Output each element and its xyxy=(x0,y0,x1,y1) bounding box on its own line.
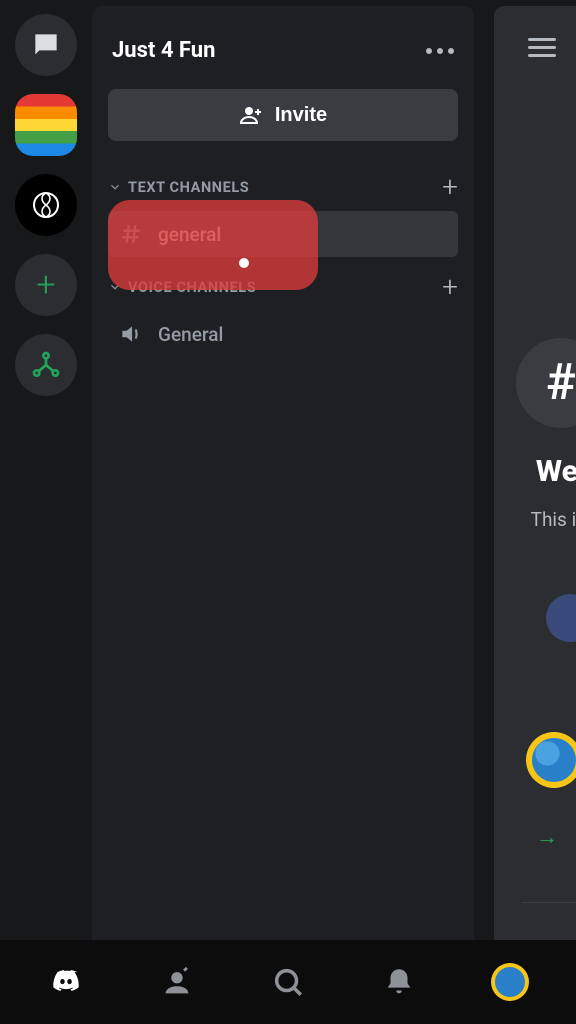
invite-button[interactable]: Invite xyxy=(108,89,458,141)
channel-panel: Just 4 Fun Invite TEXT CHANNELS + genera… xyxy=(92,6,474,940)
voice-channels-label: VOICE CHANNELS xyxy=(128,279,256,296)
divider xyxy=(522,902,576,903)
server-openai[interactable] xyxy=(15,174,77,236)
text-channels-label: TEXT CHANNELS xyxy=(128,179,249,196)
plus-icon: + xyxy=(36,265,55,305)
openai-server-icon xyxy=(30,189,62,221)
text-channels-category: TEXT CHANNELS + general xyxy=(92,169,474,269)
avatar xyxy=(546,594,576,642)
chevron-down-icon xyxy=(108,180,122,194)
bottom-nav xyxy=(0,940,576,1024)
menu-icon xyxy=(528,38,556,41)
bell-icon xyxy=(382,965,416,999)
nav-friends[interactable] xyxy=(155,960,199,1004)
invite-label: Invite xyxy=(275,104,327,127)
voice-channels-category: VOICE CHANNELS + General xyxy=(92,269,474,369)
voice-channels-header[interactable]: VOICE CHANNELS + xyxy=(108,269,458,305)
nav-notifications[interactable] xyxy=(377,960,421,1004)
direct-messages-button[interactable] xyxy=(15,14,77,76)
nav-home[interactable] xyxy=(44,960,88,1004)
hub-icon xyxy=(30,349,62,381)
menu-button[interactable] xyxy=(528,38,556,57)
add-voice-channel-button[interactable]: + xyxy=(442,273,458,301)
person-plus-icon xyxy=(239,103,263,127)
channel-label: General xyxy=(158,323,223,346)
nav-profile[interactable] xyxy=(488,960,532,1004)
server-rail: + xyxy=(0,0,92,940)
channel-general-text[interactable]: general xyxy=(108,211,458,257)
channel-general-voice[interactable]: General xyxy=(108,311,458,357)
welcome-subline: This is xyxy=(531,508,576,531)
channel-label: general xyxy=(158,223,221,246)
add-text-channel-button[interactable]: + xyxy=(442,173,458,201)
chevron-down-icon xyxy=(108,280,122,294)
server-menu-button[interactable] xyxy=(426,48,454,54)
search-icon xyxy=(271,965,305,999)
more-icon xyxy=(426,48,432,54)
server-discovery-button[interactable] xyxy=(15,334,77,396)
server-title: Just 4 Fun xyxy=(112,38,215,63)
server-just4fun[interactable] xyxy=(15,94,77,156)
discord-logo-icon xyxy=(49,965,83,999)
hash-icon xyxy=(118,221,144,247)
friend-wave-icon xyxy=(160,965,194,999)
avatar xyxy=(526,732,576,788)
nav-search[interactable] xyxy=(266,960,310,1004)
text-channels-header[interactable]: TEXT CHANNELS + xyxy=(108,169,458,205)
welcome-heading: Wel xyxy=(536,454,576,489)
avatar xyxy=(491,963,529,1001)
chat-view-preview[interactable]: # Wel This is → xyxy=(494,6,576,940)
add-server-button[interactable]: + xyxy=(15,254,77,316)
channel-hero-icon: # xyxy=(516,338,576,428)
chat-bubble-icon xyxy=(30,29,62,61)
speaker-icon xyxy=(118,321,144,347)
arrow-right-icon: → xyxy=(536,824,558,850)
